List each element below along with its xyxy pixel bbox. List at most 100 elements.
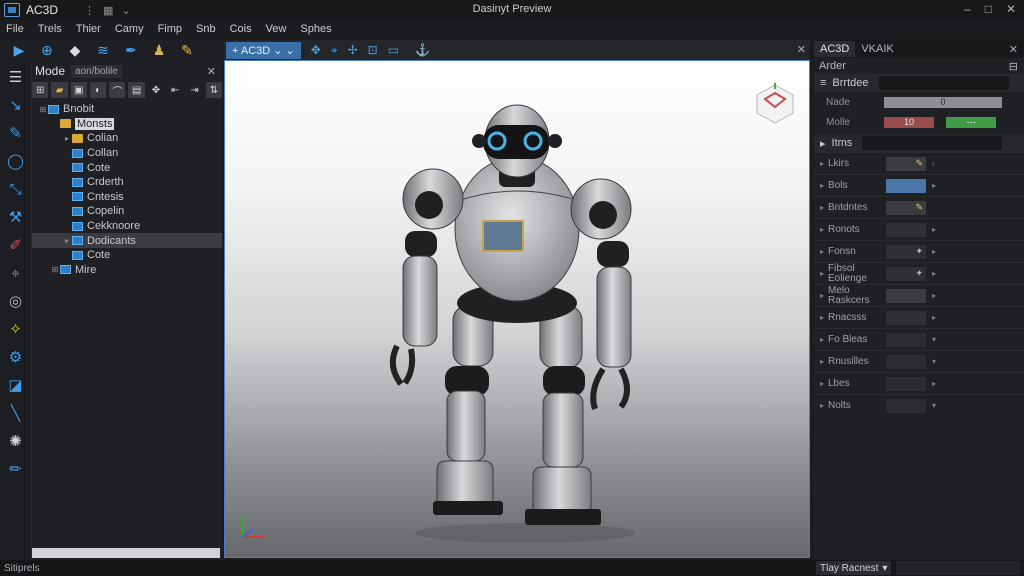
expand-toggle-icon[interactable]: ▸	[62, 236, 72, 245]
3d-viewport[interactable]	[224, 60, 810, 558]
row-arrow-icon[interactable]: ▸	[820, 247, 828, 256]
figure-icon[interactable]: ♟	[150, 41, 168, 59]
tree-item[interactable]: ▸ Dodicants	[32, 233, 222, 248]
row-arrow-icon[interactable]: ▸	[820, 181, 828, 190]
menu-file[interactable]: File	[6, 23, 24, 35]
zoom-icon[interactable]: ⊕	[38, 41, 56, 59]
pin-icon[interactable]: ⊟	[1009, 60, 1018, 73]
items-header[interactable]: ▸ Itms	[814, 134, 1024, 152]
mode-green-field[interactable]: ---	[946, 116, 996, 128]
tab-ac3d[interactable]: AC3D	[814, 41, 856, 57]
tree-item[interactable]: Cekknoore	[32, 219, 222, 234]
param-chevron-icon[interactable]: ▸	[932, 269, 936, 278]
param-swatch[interactable]	[886, 310, 926, 325]
brush-tool-icon[interactable]: ✎	[5, 122, 27, 144]
menu-tools[interactable]: Trels	[38, 23, 62, 35]
filter-icon[interactable]: ⊞	[32, 82, 49, 98]
tree-item[interactable]: Crderth	[32, 175, 222, 190]
folder-add-icon[interactable]: ▰	[51, 82, 68, 98]
expand-toggle-icon[interactable]: ⊞	[38, 105, 48, 114]
wand-icon[interactable]: ⚒	[5, 206, 27, 228]
param-chevron-icon[interactable]: ▸	[932, 247, 936, 256]
param-row[interactable]: ▸ Lbes ▸	[814, 372, 1024, 394]
section-name-input[interactable]	[878, 76, 1009, 90]
cube-icon[interactable]: ◆	[66, 41, 84, 59]
row-arrow-icon[interactable]: ▸	[820, 291, 828, 300]
param-row[interactable]: ▸ Fibsol Eolienge ✦ ▸	[814, 262, 1024, 284]
outliner-scrollbar[interactable]	[32, 548, 220, 558]
play-icon[interactable]: ▶	[10, 41, 28, 59]
panel-close-icon[interactable]: ✕	[1009, 43, 1018, 56]
row-arrow-icon[interactable]: ▸	[820, 203, 828, 212]
param-chevron-icon[interactable]: ▾	[932, 335, 936, 344]
row-arrow-icon[interactable]: ▸	[820, 225, 828, 234]
paint-brush-icon[interactable]: ✏	[5, 458, 27, 480]
menu-view[interactable]: Vew	[266, 23, 287, 35]
row-arrow-icon[interactable]: ▸	[820, 159, 828, 168]
expand-toggle-icon[interactable]: ⊞	[50, 265, 60, 274]
visibility-icon[interactable]: ◐	[89, 82, 107, 98]
param-swatch[interactable]: ✦	[886, 266, 926, 281]
status-field[interactable]	[896, 561, 1020, 575]
menu-lines-icon[interactable]: ☰	[5, 66, 27, 88]
pencil-icon[interactable]: ✐	[5, 234, 27, 256]
pen-icon[interactable]: ✒	[122, 41, 140, 59]
param-chevron-icon[interactable]: ▸	[932, 181, 936, 190]
param-chevron-icon[interactable]: ▸	[932, 379, 936, 388]
mesh-add-icon[interactable]: ▣	[70, 82, 87, 98]
line-icon[interactable]: ╲	[5, 402, 27, 424]
row-arrow-icon[interactable]: ▸	[820, 357, 828, 366]
quick-layout-icon[interactable]: ▦	[103, 4, 113, 17]
param-chevron-icon[interactable]: ▸	[932, 225, 936, 234]
slice-icon[interactable]: ◪	[5, 374, 27, 396]
gear-icon[interactable]: ⚙	[5, 346, 27, 368]
viewport-tab[interactable]: + AC3D ⌄ ⌄	[226, 41, 301, 59]
transform-icon[interactable]: ✥	[311, 43, 321, 57]
arrows-icon[interactable]: ✥	[148, 82, 164, 98]
param-row[interactable]: ▸ Ronots ▸	[814, 218, 1024, 240]
param-row[interactable]: ▸ Fo Bleas ▾	[814, 328, 1024, 350]
paint-icon[interactable]: ⌖	[5, 262, 27, 284]
quick-menu-icon[interactable]: ⋮	[84, 4, 95, 17]
tree-item[interactable]: Copelin	[32, 204, 222, 219]
param-chevron-icon[interactable]: ▾	[932, 357, 936, 366]
param-swatch[interactable]: ✎	[886, 156, 926, 171]
param-swatch[interactable]	[886, 288, 926, 303]
param-row[interactable]: ▸ Melo Raskcers ▸	[814, 284, 1024, 306]
tree-item[interactable]: ⊞ Mire	[32, 263, 222, 278]
row-arrow-icon[interactable]: ▸	[820, 269, 828, 278]
lasso-icon[interactable]: ◎	[5, 290, 27, 312]
title-quick-actions[interactable]: ⋮ ▦ ⌄	[84, 4, 131, 17]
menu-cois[interactable]: Cois	[230, 23, 252, 35]
link-icon[interactable]: ⌒	[109, 82, 126, 98]
tree-item[interactable]: ⊞ Bnobit	[32, 102, 222, 117]
menu-snb[interactable]: Snb	[196, 23, 216, 35]
layout-dropdown[interactable]: Tlay Racnest ▾	[816, 561, 892, 575]
close-button[interactable]: ✕	[1006, 2, 1016, 16]
row-arrow-icon[interactable]: ▸	[820, 335, 828, 344]
tree-item[interactable]: Cote	[32, 248, 222, 263]
param-row[interactable]: ▸ Bntdntes ✎	[814, 196, 1024, 218]
tree-item[interactable]: Cote	[32, 160, 222, 175]
param-swatch[interactable]	[886, 222, 926, 237]
rotate-icon[interactable]: ◯	[5, 150, 27, 172]
close-icon[interactable]: ✕	[207, 65, 216, 78]
grid-icon[interactable]: ⊡	[368, 43, 378, 57]
move-icon[interactable]: ↘	[5, 94, 27, 116]
name-field[interactable]: 0	[884, 96, 1002, 108]
param-swatch[interactable]	[886, 332, 926, 347]
tree-item[interactable]: ▸ Colian	[32, 131, 222, 146]
viewport-close-icon[interactable]: ✕	[797, 43, 806, 56]
param-swatch[interactable]	[886, 178, 926, 193]
param-row[interactable]: ▸ Rnusilles ▾	[814, 350, 1024, 372]
param-chevron-icon[interactable]: ▾	[932, 401, 936, 410]
expand-icon[interactable]: ⇥	[186, 82, 202, 98]
param-row[interactable]: ▸ Bols ▸	[814, 174, 1024, 196]
param-row[interactable]: ▸ Lkirs ✎ ‹	[814, 152, 1024, 174]
param-swatch[interactable]: ✦	[886, 244, 926, 259]
tree-item[interactable]: Monsts	[32, 117, 222, 132]
minimize-button[interactable]: –	[964, 2, 971, 16]
camera-icon[interactable]: ▭	[388, 43, 399, 57]
anchor-icon[interactable]: ⚓	[415, 43, 430, 57]
settings-icon[interactable]: ✺	[5, 430, 27, 452]
